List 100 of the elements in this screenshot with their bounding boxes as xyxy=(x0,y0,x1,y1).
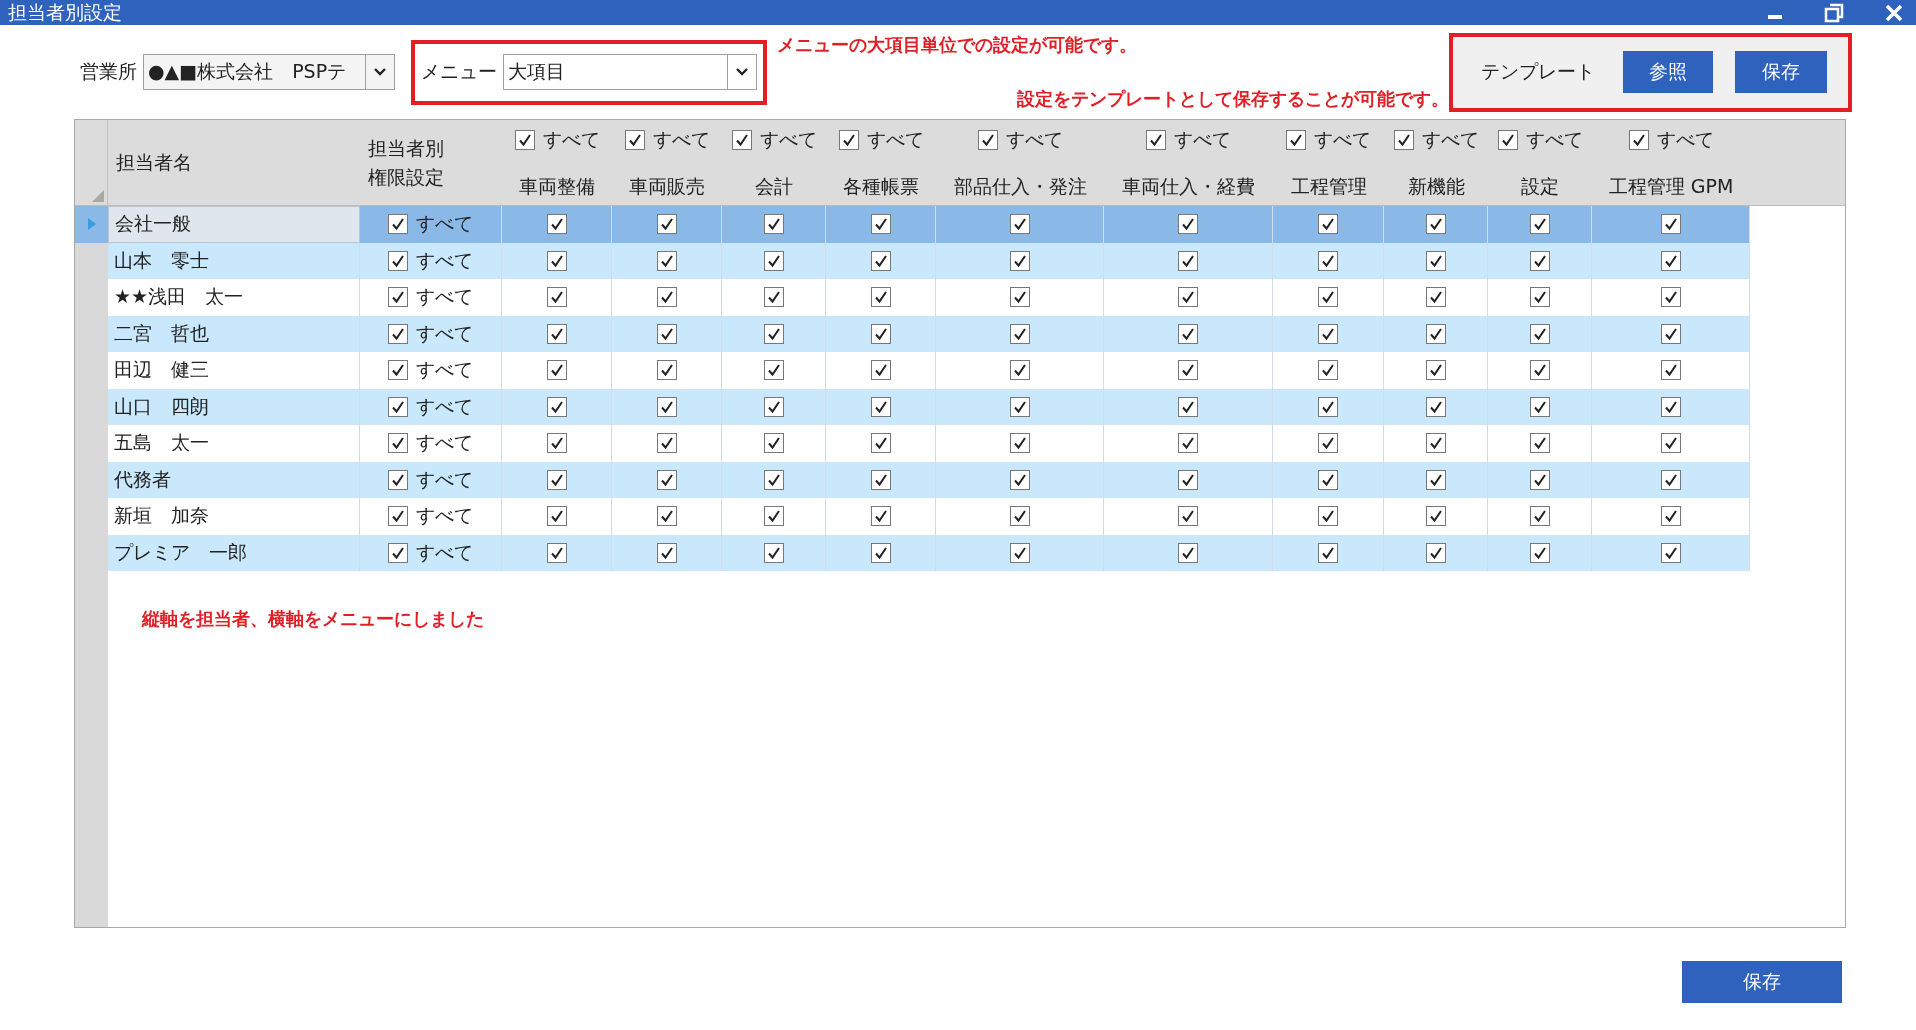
checkbox[interactable] xyxy=(1009,214,1030,235)
checkbox[interactable] xyxy=(763,250,784,271)
checkbox[interactable] xyxy=(870,323,891,344)
checkbox[interactable] xyxy=(1425,360,1446,381)
checkbox[interactable] xyxy=(546,506,567,527)
checkbox[interactable] xyxy=(1660,323,1681,344)
checkbox[interactable] xyxy=(870,396,891,417)
table-row[interactable]: 山口 四朗 すべて xyxy=(75,388,1845,425)
checkbox[interactable] xyxy=(1318,250,1338,271)
table-row[interactable]: 代務者 すべて xyxy=(75,461,1845,498)
checkbox[interactable] xyxy=(838,130,859,150)
checkbox[interactable] xyxy=(763,287,784,308)
checkbox[interactable] xyxy=(546,287,567,308)
checkbox[interactable] xyxy=(870,469,891,490)
checkbox[interactable] xyxy=(656,360,677,381)
table-row[interactable]: 田辺 健三 すべて xyxy=(75,352,1845,389)
checkbox[interactable] xyxy=(656,250,677,271)
checkbox[interactable] xyxy=(1497,130,1518,150)
checkbox[interactable] xyxy=(546,396,567,417)
checkbox[interactable] xyxy=(1009,469,1030,490)
checkbox[interactable] xyxy=(1529,506,1550,527)
checkbox[interactable] xyxy=(1660,250,1681,271)
checkbox[interactable] xyxy=(1660,506,1681,527)
checkbox[interactable] xyxy=(1178,287,1198,308)
checkbox[interactable] xyxy=(1318,323,1338,344)
checkbox[interactable] xyxy=(1425,396,1446,417)
checkbox[interactable] xyxy=(1318,214,1338,235)
checkbox[interactable] xyxy=(388,287,408,308)
checkbox[interactable] xyxy=(763,469,784,490)
checkbox[interactable] xyxy=(1318,542,1338,563)
checkbox[interactable] xyxy=(1009,506,1030,527)
checkbox[interactable] xyxy=(1009,250,1030,271)
checkbox[interactable] xyxy=(870,250,891,271)
table-row[interactable]: 山本 零士 すべて xyxy=(75,242,1845,279)
checkbox[interactable] xyxy=(1529,287,1550,308)
checkbox[interactable] xyxy=(1660,469,1681,490)
checkbox[interactable] xyxy=(1009,542,1030,563)
checkbox[interactable] xyxy=(656,214,677,235)
checkbox[interactable] xyxy=(1529,542,1550,563)
checkbox[interactable] xyxy=(388,542,408,563)
checkbox[interactable] xyxy=(1146,130,1166,150)
checkbox[interactable] xyxy=(763,433,784,454)
checkbox[interactable] xyxy=(546,542,567,563)
checkbox[interactable] xyxy=(656,287,677,308)
checkbox[interactable] xyxy=(388,506,408,527)
checkbox[interactable] xyxy=(1529,360,1550,381)
checkbox[interactable] xyxy=(1178,506,1198,527)
checkbox[interactable] xyxy=(624,130,645,150)
checkbox[interactable] xyxy=(870,287,891,308)
checkbox[interactable] xyxy=(1425,506,1446,527)
checkbox[interactable] xyxy=(1178,542,1198,563)
checkbox[interactable] xyxy=(1529,323,1550,344)
checkbox[interactable] xyxy=(1286,130,1306,150)
checkbox[interactable] xyxy=(1318,506,1338,527)
checkbox[interactable] xyxy=(1660,396,1681,417)
checkbox[interactable] xyxy=(1009,287,1030,308)
checkbox[interactable] xyxy=(388,360,408,381)
checkbox[interactable] xyxy=(388,250,408,271)
checkbox[interactable] xyxy=(1660,214,1681,235)
checkbox[interactable] xyxy=(870,433,891,454)
checkbox[interactable] xyxy=(1318,287,1338,308)
checkbox[interactable] xyxy=(1660,360,1681,381)
checkbox[interactable] xyxy=(546,360,567,381)
checkbox[interactable] xyxy=(1425,323,1446,344)
checkbox[interactable] xyxy=(388,214,408,235)
checkbox[interactable] xyxy=(870,214,891,235)
table-row[interactable]: 会社一般 すべて xyxy=(75,206,1845,243)
checkbox[interactable] xyxy=(1178,396,1198,417)
table-row[interactable]: 二宮 哲也 すべて xyxy=(75,315,1845,352)
checkbox[interactable] xyxy=(1318,396,1338,417)
checkbox[interactable] xyxy=(1425,214,1446,235)
checkbox[interactable] xyxy=(1529,433,1550,454)
checkbox[interactable] xyxy=(1009,396,1030,417)
checkbox[interactable] xyxy=(656,469,677,490)
checkbox[interactable] xyxy=(1318,469,1338,490)
checkbox[interactable] xyxy=(388,396,408,417)
checkbox[interactable] xyxy=(1178,433,1198,454)
menu-dropdown[interactable]: 大項目 xyxy=(503,54,757,90)
checkbox[interactable] xyxy=(1425,542,1446,563)
checkbox[interactable] xyxy=(388,323,408,344)
checkbox[interactable] xyxy=(1178,360,1198,381)
checkbox[interactable] xyxy=(656,323,677,344)
checkbox[interactable] xyxy=(1628,130,1649,150)
checkbox[interactable] xyxy=(1660,433,1681,454)
checkbox[interactable] xyxy=(870,360,891,381)
checkbox[interactable] xyxy=(546,214,567,235)
checkbox[interactable] xyxy=(388,469,408,490)
template-button[interactable]: 参照 xyxy=(1623,51,1713,93)
checkbox[interactable] xyxy=(656,506,677,527)
checkbox[interactable] xyxy=(656,433,677,454)
restore-icon[interactable] xyxy=(1824,2,1844,23)
checkbox[interactable] xyxy=(546,433,567,454)
checkbox[interactable] xyxy=(1425,469,1446,490)
checkbox[interactable] xyxy=(1393,130,1414,150)
checkbox[interactable] xyxy=(1009,323,1030,344)
checkbox[interactable] xyxy=(763,506,784,527)
checkbox[interactable] xyxy=(1318,360,1338,381)
checkbox[interactable] xyxy=(514,130,535,150)
checkbox[interactable] xyxy=(1529,214,1550,235)
checkbox[interactable] xyxy=(656,542,677,563)
